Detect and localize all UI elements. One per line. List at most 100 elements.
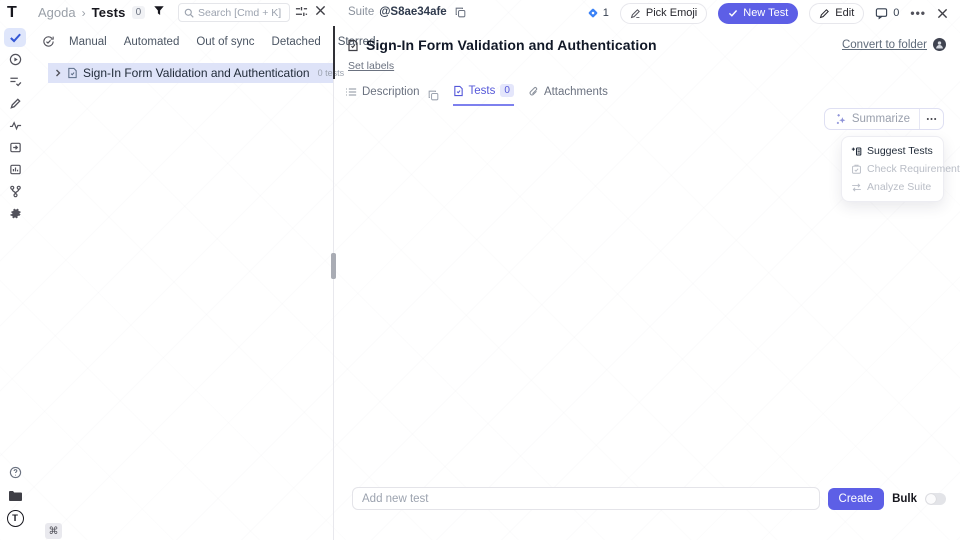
menu-item-label: Analyze Suite bbox=[867, 181, 931, 193]
tests-count-badge: 0 bbox=[132, 6, 146, 19]
issue-count: 1 bbox=[603, 7, 609, 19]
close-left-panel-icon[interactable] bbox=[315, 5, 326, 16]
menu-item-label: Check Requirements bbox=[867, 163, 960, 175]
pen-icon bbox=[9, 97, 22, 110]
summarize-label: Summarize bbox=[852, 113, 910, 125]
filter-tab-automated[interactable]: Automated bbox=[124, 36, 180, 48]
sidebar-item-runs[interactable] bbox=[4, 50, 26, 69]
left-icon-rail: T bbox=[0, 28, 30, 540]
add-new-test-input[interactable] bbox=[352, 487, 820, 510]
tab-attachments[interactable]: Attachments bbox=[528, 86, 608, 105]
keyboard-shortcuts-button[interactable]: ⌘ bbox=[45, 523, 62, 539]
sidebar-item-branches[interactable] bbox=[4, 182, 26, 201]
suite-id: @S8ae34afe bbox=[379, 6, 446, 18]
set-labels-link[interactable]: Set labels bbox=[348, 60, 394, 72]
sidebar-item-settings[interactable] bbox=[4, 204, 26, 223]
collaborator-avatar bbox=[933, 38, 946, 51]
breadcrumb-project[interactable]: Agoda bbox=[38, 5, 76, 20]
menu-item-check-requirements[interactable]: Check Requirements bbox=[842, 160, 943, 178]
help-icon bbox=[9, 466, 22, 479]
copy-description-icon[interactable] bbox=[428, 90, 439, 101]
avatar-initial: T bbox=[7, 510, 24, 527]
sidebar-item-reports[interactable] bbox=[4, 160, 26, 179]
suggest-tests-icon bbox=[851, 146, 862, 157]
account-avatar[interactable]: T bbox=[4, 509, 26, 528]
detail-tabs: Description Tests 0 Attachments bbox=[345, 84, 608, 106]
tab-description-label: Description bbox=[362, 86, 420, 98]
sparkles-icon bbox=[834, 113, 847, 126]
pick-emoji-label: Pick Emoji bbox=[646, 7, 697, 19]
summarize-button[interactable]: Summarize bbox=[825, 109, 919, 129]
sidebar-item-pulse[interactable] bbox=[4, 116, 26, 135]
convert-wrap: Convert to folder bbox=[842, 38, 946, 51]
panel-divider-active bbox=[333, 26, 335, 79]
summarize-pill: Summarize bbox=[824, 108, 944, 130]
sidebar-item-import[interactable] bbox=[4, 138, 26, 157]
close-suite-icon[interactable] bbox=[937, 8, 948, 19]
linked-issues-chip[interactable]: 1 bbox=[587, 7, 609, 19]
filter-settings-icon[interactable] bbox=[295, 5, 308, 18]
copy-suite-id-icon[interactable] bbox=[455, 7, 466, 18]
bulk-label: Bulk bbox=[892, 493, 917, 505]
filter-tabs: Manual Automated Out of sync Detached St… bbox=[42, 35, 375, 48]
sync-status-icon[interactable] bbox=[42, 35, 55, 48]
top-actions: 1 Pick Emoji New Test Edit bbox=[587, 2, 948, 24]
tab-description[interactable]: Description bbox=[345, 86, 420, 105]
filter-tab-manual[interactable]: Manual bbox=[69, 36, 107, 48]
help-button[interactable] bbox=[4, 463, 26, 482]
analyze-suite-icon bbox=[851, 182, 862, 193]
app-logo[interactable]: T bbox=[7, 4, 16, 22]
folder-icon bbox=[8, 490, 22, 502]
bulk-toggle[interactable] bbox=[925, 493, 946, 505]
top-bar: T Agoda › Tests 0 Suite @S8ae34afe bbox=[0, 0, 960, 26]
breadcrumb: Agoda › Tests 0 bbox=[38, 5, 145, 20]
check-requirements-icon bbox=[851, 164, 862, 175]
panel-resize-handle[interactable] bbox=[331, 253, 336, 279]
detail-doc-icon bbox=[347, 39, 359, 52]
create-button[interactable]: Create bbox=[828, 488, 885, 510]
detail-title: Sign-In Form Validation and Authenticati… bbox=[366, 37, 657, 53]
toggle-knob bbox=[926, 494, 936, 504]
add-test-row: Create Bulk bbox=[352, 487, 946, 510]
description-list-icon bbox=[345, 86, 357, 98]
pulse-icon bbox=[9, 119, 22, 132]
sidebar-item-tests[interactable] bbox=[4, 28, 26, 47]
ai-more-button[interactable] bbox=[920, 109, 943, 129]
menu-item-analyze-suite[interactable]: Analyze Suite bbox=[842, 178, 943, 196]
pick-emoji-button[interactable]: Pick Emoji bbox=[620, 3, 707, 24]
comment-icon bbox=[875, 7, 888, 20]
projects-button[interactable] bbox=[4, 486, 26, 505]
pencil-icon bbox=[819, 8, 830, 19]
check-icon bbox=[728, 8, 738, 18]
search-input[interactable] bbox=[198, 7, 284, 19]
comment-count: 0 bbox=[893, 7, 899, 19]
edit-button[interactable]: Edit bbox=[809, 3, 864, 24]
search-icon bbox=[184, 8, 194, 18]
chevron-right-icon[interactable] bbox=[54, 69, 62, 77]
breadcrumb-section[interactable]: Tests bbox=[92, 5, 126, 20]
new-test-button[interactable]: New Test bbox=[718, 3, 798, 24]
menu-item-suggest-tests[interactable]: Suggest Tests bbox=[842, 142, 943, 160]
filter-tab-detached[interactable]: Detached bbox=[272, 36, 321, 48]
convert-to-folder-link[interactable]: Convert to folder bbox=[842, 39, 927, 51]
more-actions-button[interactable]: ••• bbox=[910, 7, 926, 19]
suite-tree-title: Sign-In Form Validation and Authenticati… bbox=[83, 66, 310, 80]
suite-tree-meta: 0 tests bbox=[318, 68, 345, 78]
list-check-icon bbox=[9, 75, 22, 88]
panel-divider bbox=[333, 26, 334, 540]
filter-icon[interactable] bbox=[153, 5, 165, 17]
report-chart-icon bbox=[9, 163, 22, 176]
emoji-pen-icon bbox=[630, 8, 641, 19]
suite-doc-icon bbox=[67, 67, 78, 79]
comments-chip[interactable]: 0 bbox=[875, 7, 899, 20]
gear-icon bbox=[9, 207, 22, 220]
detail-title-row: Sign-In Form Validation and Authenticati… bbox=[347, 37, 657, 53]
suite-tree-row[interactable]: Sign-In Form Validation and Authenticati… bbox=[48, 63, 333, 83]
filter-tab-out-of-sync[interactable]: Out of sync bbox=[196, 36, 254, 48]
tests-doc-icon bbox=[453, 85, 464, 97]
sidebar-item-plans[interactable] bbox=[4, 72, 26, 91]
tests-check-icon bbox=[9, 31, 22, 44]
tab-tests[interactable]: Tests 0 bbox=[453, 84, 514, 106]
sidebar-item-compose[interactable] bbox=[4, 94, 26, 113]
rail-bottom: T bbox=[0, 463, 30, 532]
